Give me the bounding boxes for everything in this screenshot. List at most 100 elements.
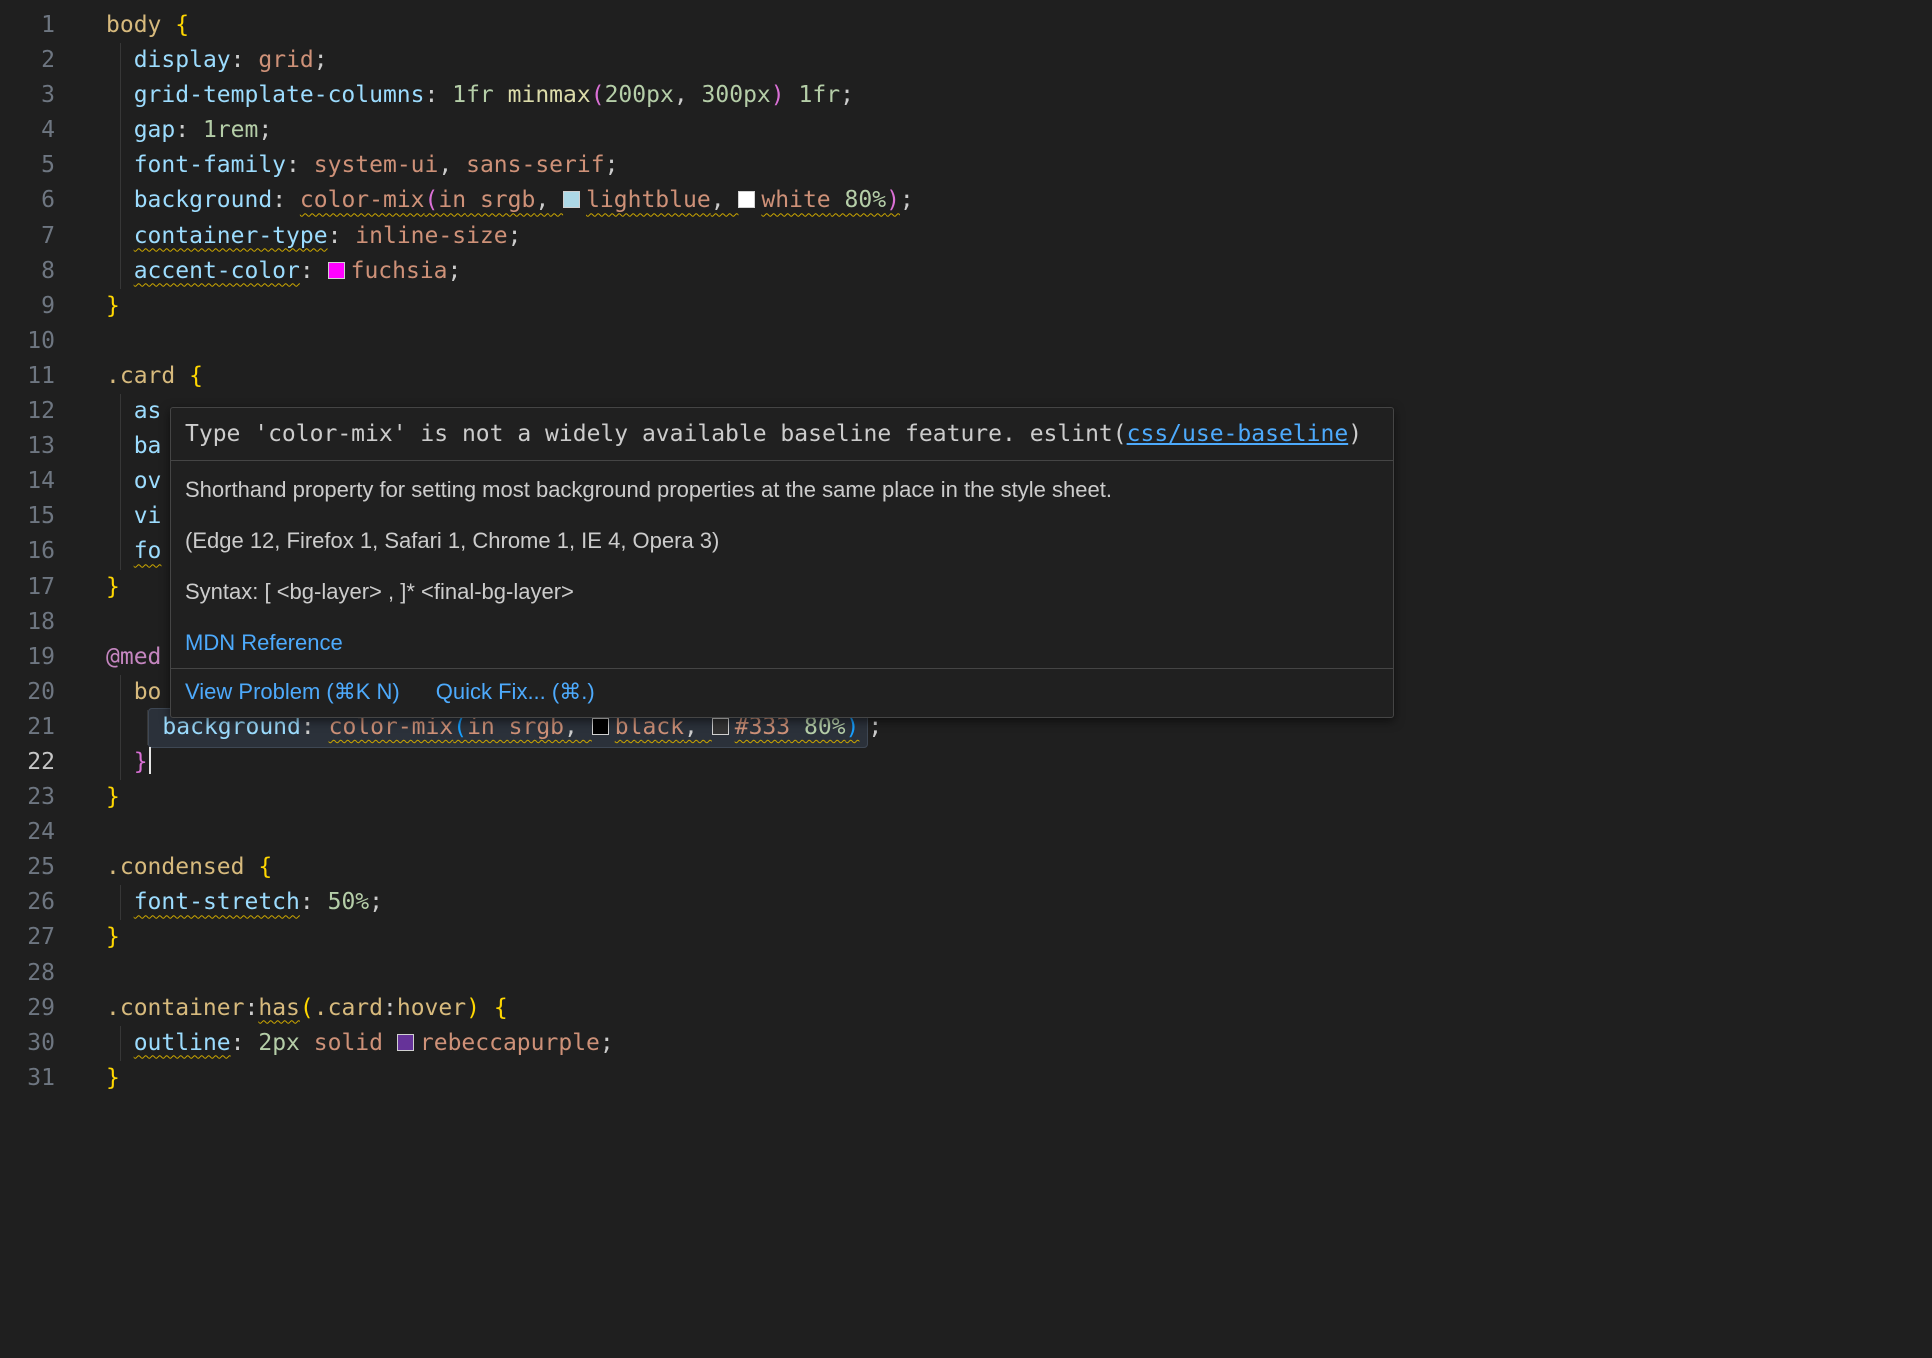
- code-line[interactable]: 8 accent-color: fuchsia;: [0, 254, 1932, 289]
- token: [106, 152, 134, 178]
- token: [383, 1030, 397, 1056]
- token: [452, 152, 466, 178]
- code-line[interactable]: 10: [0, 324, 1932, 359]
- code-content: display: grid;: [106, 43, 328, 78]
- code-line[interactable]: 22 }: [0, 745, 1932, 780]
- code-line[interactable]: 29.container:has(.card:hover) {: [0, 991, 1932, 1026]
- token: 1fr: [799, 82, 841, 108]
- line-number: 7: [0, 219, 55, 254]
- token: ;: [605, 152, 619, 178]
- code-line[interactable]: 26 font-stretch: 50%;: [0, 885, 1932, 920]
- code-line[interactable]: 24: [0, 815, 1932, 850]
- color-swatch[interactable]: [397, 1034, 414, 1051]
- color-swatch[interactable]: [592, 718, 609, 735]
- color-swatch[interactable]: [563, 191, 580, 208]
- token: ,: [674, 82, 688, 108]
- token: ;: [258, 117, 272, 143]
- hover-tooltip: Type 'color-mix' is not a widely availab…: [170, 407, 1394, 718]
- code-line[interactable]: 4 gap: 1rem;: [0, 113, 1932, 148]
- color-value: white: [738, 187, 830, 213]
- token: [161, 12, 175, 38]
- token: }: [134, 749, 148, 775]
- code-line[interactable]: 25.condensed {: [0, 850, 1932, 885]
- token: ov: [134, 468, 162, 494]
- code-content: font-stretch: 50%;: [106, 885, 383, 920]
- docs-section: Shorthand property for setting most back…: [171, 461, 1393, 668]
- token: [245, 47, 259, 73]
- token: [106, 223, 134, 249]
- token: :: [272, 187, 286, 213]
- token: [300, 1030, 314, 1056]
- token: display: [134, 47, 231, 73]
- line-number: 13: [0, 429, 55, 464]
- editor[interactable]: 1body {2 display: grid;3 grid-template-c…: [0, 0, 1932, 1358]
- code-line[interactable]: 3 grid-template-columns: 1fr minmax(200p…: [0, 78, 1932, 113]
- code-content: ba: [106, 429, 161, 464]
- code-content: body {: [106, 8, 189, 43]
- line-number: 28: [0, 956, 55, 991]
- token: container-type: [134, 223, 328, 249]
- token: fo: [134, 538, 162, 564]
- code-line[interactable]: 31}: [0, 1061, 1932, 1096]
- line-number: 29: [0, 991, 55, 1026]
- code-content: .card {: [106, 359, 203, 394]
- token: 2px: [258, 1030, 300, 1056]
- token: .condensed: [106, 854, 244, 880]
- token: accent-color: [134, 258, 300, 284]
- code-line[interactable]: 27}: [0, 920, 1932, 955]
- color-swatch[interactable]: [712, 718, 729, 735]
- code-content: }: [106, 920, 120, 955]
- token: :: [300, 258, 314, 284]
- code-line[interactable]: 23}: [0, 780, 1932, 815]
- token: [549, 187, 563, 213]
- token: ,: [535, 187, 549, 213]
- token: [106, 82, 134, 108]
- line-number: 4: [0, 113, 55, 148]
- code-line[interactable]: 2 display: grid;: [0, 43, 1932, 78]
- code-content: background: color-mix(in srgb, lightblue…: [106, 183, 914, 218]
- token: grid: [258, 47, 313, 73]
- line-number: 19: [0, 640, 55, 675]
- code-line[interactable]: 5 font-family: system-ui, sans-serif;: [0, 148, 1932, 183]
- code-line[interactable]: 11 .card {: [0, 359, 1932, 394]
- view-problem-button[interactable]: View Problem (⌘K N): [185, 678, 400, 706]
- token: bo: [134, 679, 162, 705]
- token: }: [106, 1065, 120, 1091]
- diagnostic-message: Type 'color-mix' is not a widely availab…: [171, 408, 1393, 460]
- code-content: .condensed {: [106, 850, 272, 885]
- cursor: [149, 747, 152, 774]
- token: 1fr: [452, 82, 494, 108]
- code-content: }: [106, 780, 120, 815]
- token: srgb: [480, 187, 535, 213]
- code-line[interactable]: 1body {: [0, 8, 1932, 43]
- token: 1rem: [203, 117, 258, 143]
- token: }: [106, 784, 120, 810]
- code-content: }: [106, 1061, 120, 1096]
- token: [106, 889, 134, 915]
- code-line[interactable]: 30 outline: 2px solid rebeccapurple;: [0, 1026, 1932, 1061]
- token: .container: [106, 995, 244, 1021]
- code-line[interactable]: 7 container-type: inline-size;: [0, 219, 1932, 254]
- token: :: [328, 223, 342, 249]
- mdn-reference-link[interactable]: MDN Reference: [185, 630, 343, 655]
- token: :: [383, 995, 397, 1021]
- code-line[interactable]: 28: [0, 956, 1932, 991]
- line-number: 11: [0, 359, 55, 394]
- color-swatch[interactable]: [738, 191, 755, 208]
- code-line[interactable]: 6 background: color-mix(in srgb, lightbl…: [0, 183, 1932, 218]
- code-content: accent-color: fuchsia;: [106, 254, 461, 289]
- eslint-rule-link[interactable]: css/use-baseline: [1127, 421, 1349, 447]
- code-line[interactable]: 9}: [0, 289, 1932, 324]
- token: }: [106, 924, 120, 950]
- token: ;: [600, 1030, 614, 1056]
- line-number: 26: [0, 885, 55, 920]
- quick-fix-button[interactable]: Quick Fix... (⌘.): [436, 678, 595, 706]
- line-number: 12: [0, 394, 55, 429]
- line-number: 31: [0, 1061, 55, 1096]
- token: sans-serif: [466, 152, 604, 178]
- token: {: [189, 363, 203, 389]
- color-swatch[interactable]: [328, 262, 345, 279]
- token: :: [244, 995, 258, 1021]
- token: color-mix: [300, 187, 425, 213]
- diagnostic-source-suffix: ): [1348, 421, 1362, 447]
